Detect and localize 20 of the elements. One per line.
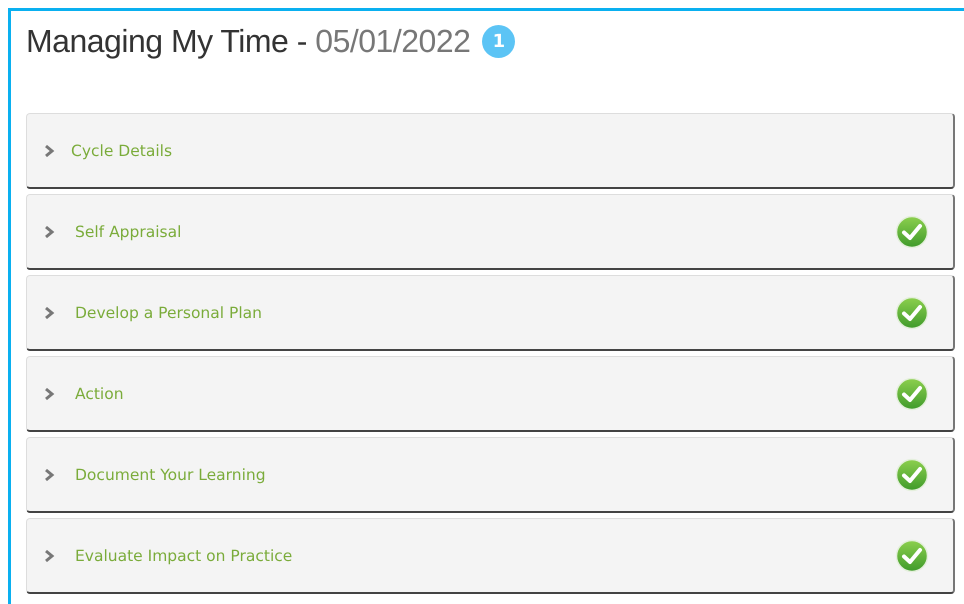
section-title: Cycle Details (71, 142, 174, 160)
section-title: Action (75, 384, 125, 402)
chevron-icon (43, 306, 55, 320)
chevron-icon (43, 548, 55, 562)
accordion-header[interactable]: Develop a Personal Plan (26, 275, 955, 351)
chevron-icon (43, 224, 55, 238)
chevron-icon (43, 468, 55, 482)
accordion-header[interactable]: Action (26, 356, 955, 432)
section-title: Develop a Personal Plan (75, 304, 263, 322)
accordion-header[interactable]: Cycle Details (26, 113, 955, 189)
chevron-icon (43, 386, 55, 400)
section-title: Self Appraisal (75, 222, 182, 240)
page-title: Managing My Time - 05/01/2022 (26, 22, 470, 60)
accordion-header[interactable]: Document Your Learning (26, 437, 955, 513)
accordion-header[interactable]: Self Appraisal (26, 194, 955, 270)
section-title: Document Your Learning (75, 466, 267, 484)
accordion-header[interactable]: Evaluate Impact on Practice (26, 518, 955, 594)
chevron-icon (43, 144, 55, 158)
section-title: Evaluate Impact on Practice (75, 546, 294, 564)
count-badge: 1 (482, 24, 516, 58)
